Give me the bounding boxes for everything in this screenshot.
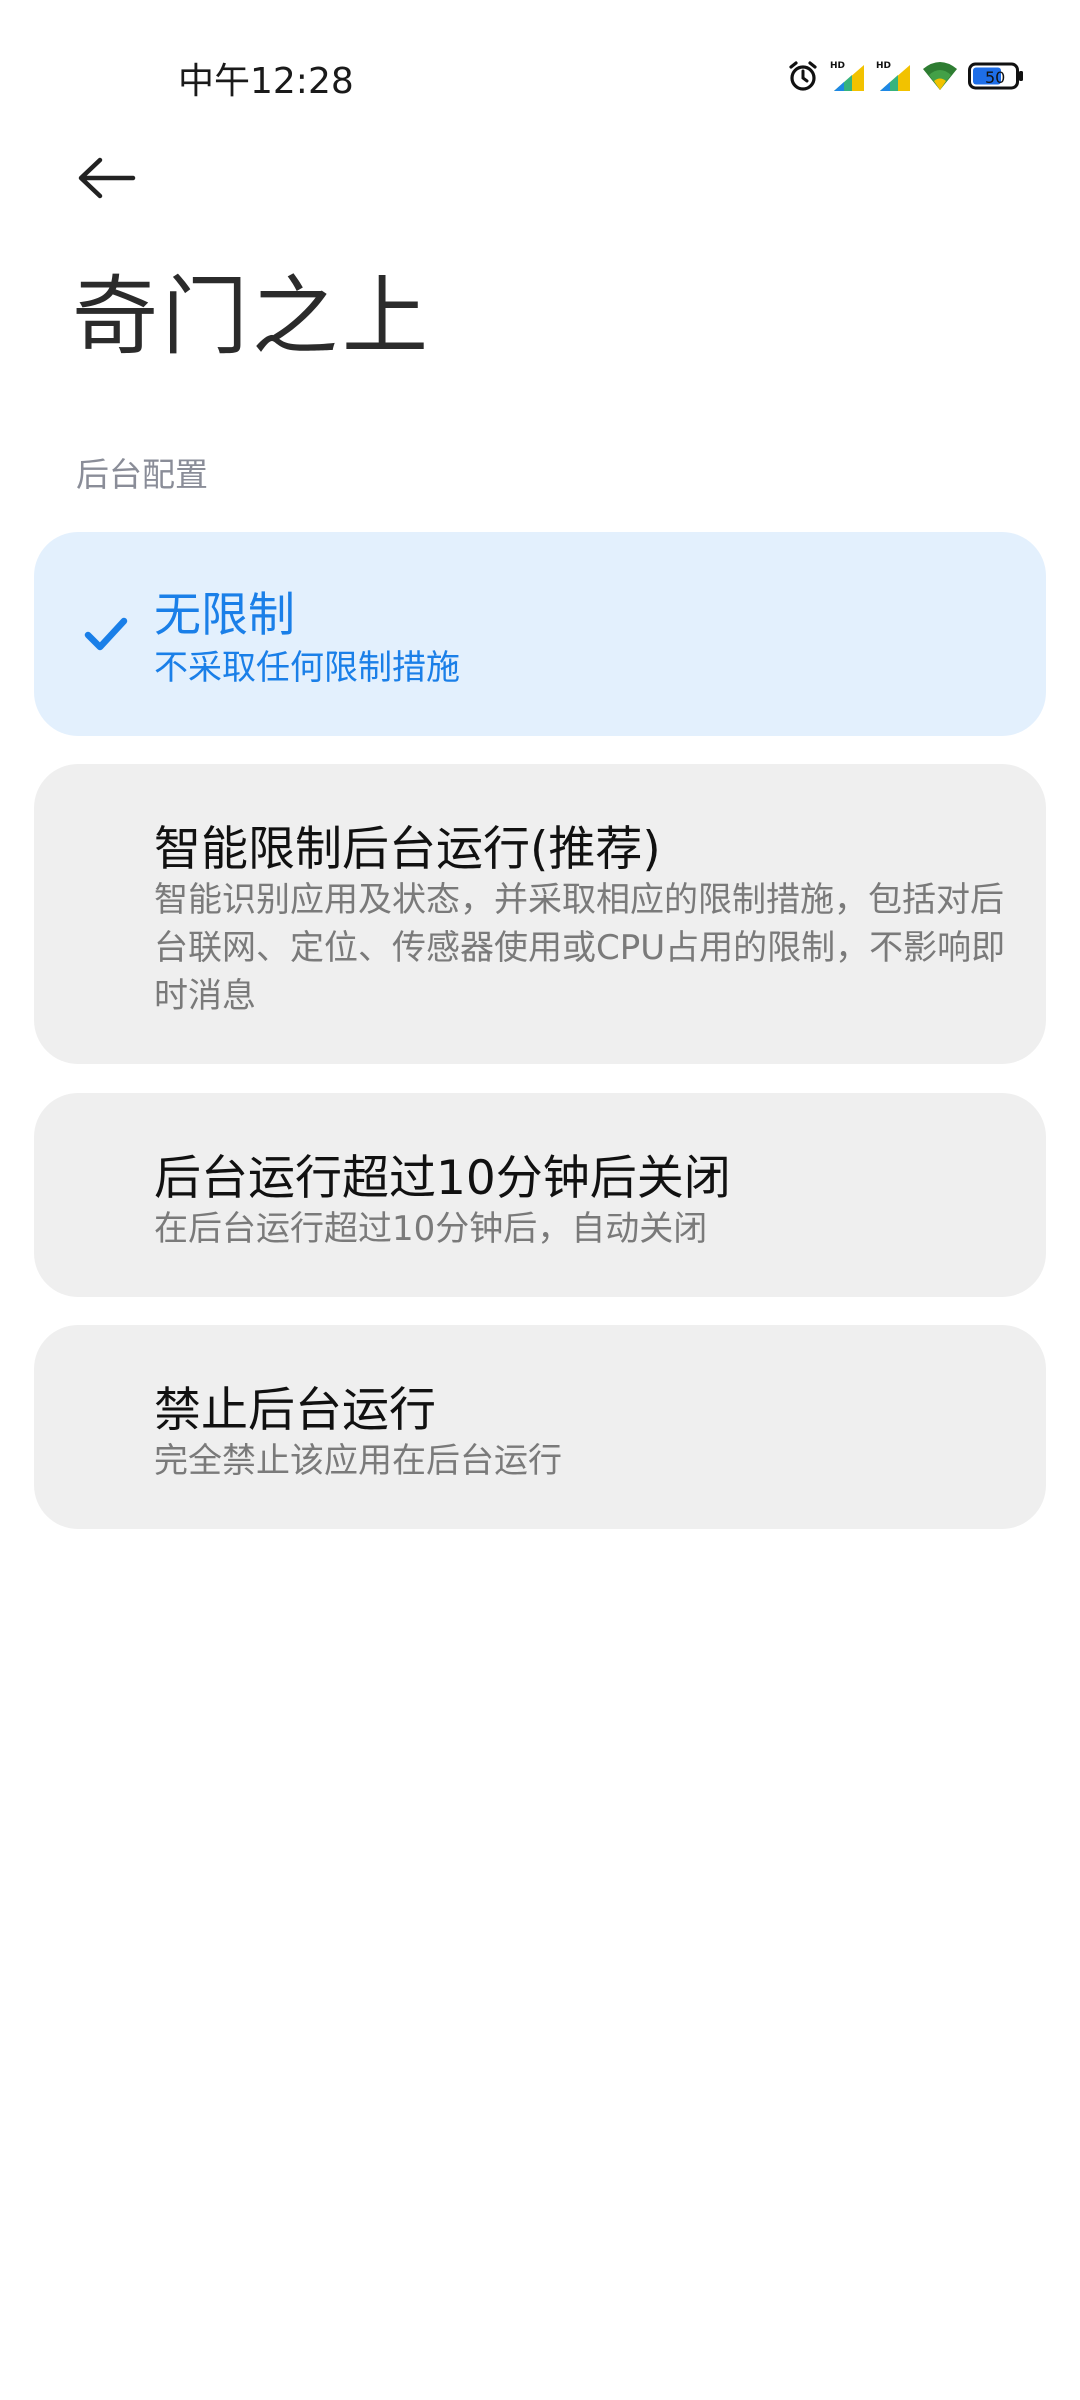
status-bar: 中午12:28 HD HD 50 — [0, 0, 1080, 150]
arrow-left-icon — [76, 156, 136, 204]
signal-hd-icon: HD — [876, 59, 912, 93]
page-title: 奇门之上 — [72, 267, 432, 367]
signal-hd-icon: HD — [830, 59, 866, 93]
option-description: 完全禁止该应用在后台运行 — [154, 1441, 562, 1481]
option-no-restriction[interactable]: 无限制 不采取任何限制措施 — [34, 532, 1046, 736]
alarm-icon — [786, 59, 820, 93]
battery-icon: 50 — [968, 61, 1024, 91]
back-button[interactable] — [66, 140, 146, 220]
status-time: 中午12:28 — [178, 61, 354, 102]
svg-text:HD: HD — [830, 61, 845, 71]
option-forbid-background[interactable]: 禁止后台运行 完全禁止该应用在后台运行 — [34, 1325, 1046, 1529]
status-icons: HD HD 50 — [786, 56, 1024, 96]
checkmark-icon — [78, 606, 134, 662]
svg-text:HD: HD — [876, 61, 891, 71]
option-smart-restriction[interactable]: 智能限制后台运行(推荐) 智能识别应用及状态，并采取相应的限制措施，包括对后台联… — [34, 764, 1046, 1064]
option-description: 智能识别应用及状态，并采取相应的限制措施，包括对后台联网、定位、传感器使用或CP… — [154, 880, 1006, 1016]
option-description: 不采取任何限制措施 — [154, 648, 460, 688]
section-header: 后台配置 — [76, 455, 208, 494]
battery-level-text: 50 — [985, 68, 1005, 87]
option-description: 在后台运行超过10分钟后，自动关闭 — [154, 1209, 708, 1249]
option-close-after-10min[interactable]: 后台运行超过10分钟后关闭 在后台运行超过10分钟后，自动关闭 — [34, 1093, 1046, 1297]
wifi-icon — [922, 61, 958, 91]
option-title: 智能限制后台运行(推荐) — [154, 822, 661, 877]
option-title: 无限制 — [154, 588, 295, 643]
option-title: 禁止后台运行 — [154, 1383, 436, 1438]
option-title: 后台运行超过10分钟后关闭 — [154, 1151, 731, 1206]
